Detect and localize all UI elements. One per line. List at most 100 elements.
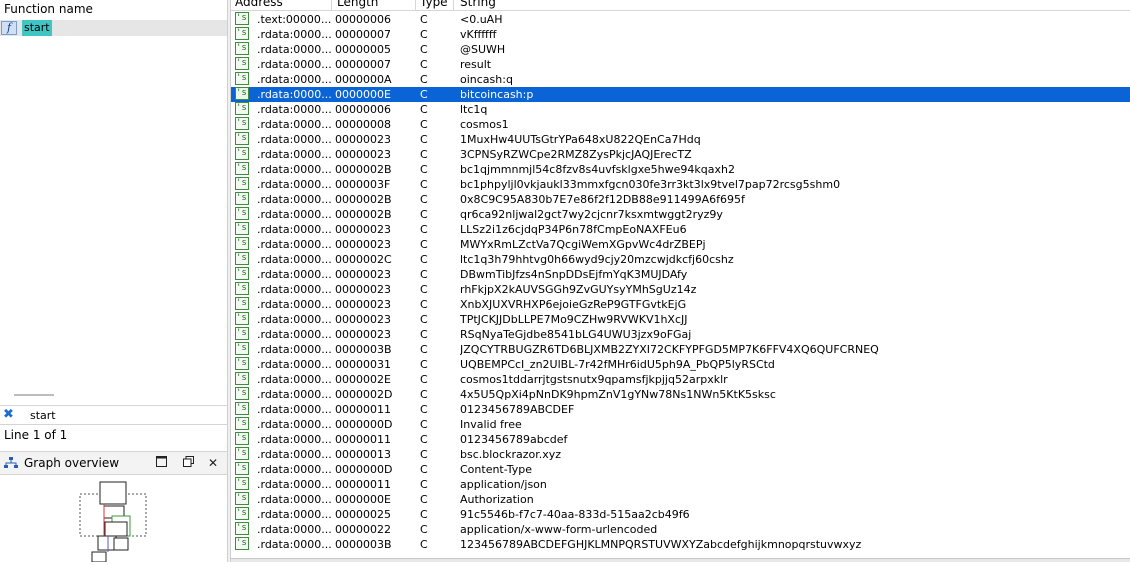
length-cell: 0000002C: [335, 253, 392, 266]
string-cell: Invalid free: [460, 418, 522, 431]
table-row[interactable]: 's' .rdata:0000... 00000023 CrhFkjpX2kAUVSG…: [231, 282, 1130, 297]
type-cell: C: [420, 73, 428, 86]
table-row[interactable]: 's' .rdata:0000... 0000000D C Invalid free: [231, 417, 1130, 432]
address-cell: .rdata:0000...: [257, 478, 331, 491]
length-cell: 00000006: [335, 103, 391, 116]
type-cell: C: [420, 13, 428, 26]
column-header-length[interactable]: Length: [337, 0, 378, 9]
string-cell: bc1qjmmnmjl54c8fzv8s4uvfsklgxe5hwe94kqax…: [460, 163, 735, 176]
address-cell: .rdata:0000...: [257, 178, 331, 191]
horizontal-scrollbar[interactable]: [231, 558, 1130, 562]
table-row[interactable]: 's' .rdata:0000... 00000011 Capplication/js…: [231, 477, 1130, 492]
string-cell: TPtJCKJJDbLLPE7Mo9CZHw9RVWKV1hXcJJ: [460, 313, 688, 326]
table-row[interactable]: 's' .rdata:0000... 00000011 C 0123456789ABCD…: [231, 402, 1130, 417]
splitter-grip[interactable]: [14, 394, 54, 396]
string-cell: bsc.blockrazor.xyz: [460, 448, 562, 461]
table-row[interactable]: 's' .rdata:0000... 00000025 C 91c5546b-f7c7-…: [231, 507, 1130, 522]
filter-input[interactable]: [24, 407, 236, 423]
type-cell: C: [420, 508, 428, 521]
column-header-type[interactable]: Type: [420, 0, 448, 9]
table-row[interactable]: 's' .rdata:0000... 00000023 C LLSz2i1z6cjdqP…: [231, 222, 1130, 237]
column-header-address[interactable]: Address: [235, 0, 283, 9]
table-row[interactable]: 's' .rdata:0000... 00000006 Cltc1q: [231, 102, 1130, 117]
string-cell: LLSz2i1z6cjdqP34P6n78fCmpEoNAXFEu6: [460, 223, 687, 236]
type-cell: C: [420, 133, 428, 146]
string-icon: 's': [235, 87, 249, 100]
table-row[interactable]: 's' .rdata:0000... 0000003B C JZQCYTRBUGZR6T…: [231, 342, 1130, 357]
string-icon: 's': [235, 537, 249, 550]
table-row[interactable]: 's' .rdata:0000... 0000003B C 123456789ABCDE…: [231, 537, 1130, 552]
table-row[interactable]: 's' .rdata:0000... 0000002D C 4x5U5QpXi4pNnD…: [231, 387, 1130, 402]
string-icon: 's': [235, 12, 249, 25]
string-icon: 's': [235, 297, 249, 310]
address-cell: .rdata:0000...: [257, 58, 331, 71]
length-cell: 00000005: [335, 43, 391, 56]
table-row[interactable]: 's' .rdata:0000... 00000007 Cresult: [231, 57, 1130, 72]
column-divider[interactable]: [331, 0, 332, 10]
table-row[interactable]: 's' .rdata:0000... 0000000E C Authorization: [231, 492, 1130, 507]
table-row[interactable]: 's' .rdata:0000... 00000022 Capplication/x-…: [231, 522, 1130, 537]
table-row[interactable]: 's' .text:00000... 00000006 C <0.uAH: [231, 12, 1130, 27]
table-row[interactable]: 's' .rdata:0000... 00000023 C XnbXJUXVRHXP6e…: [231, 297, 1130, 312]
table-row[interactable]: 's' .rdata:0000... 0000003F Cbc1phpyljl0vkj…: [231, 177, 1130, 192]
column-divider[interactable]: [415, 0, 416, 10]
function-name[interactable]: start: [22, 20, 52, 36]
restore-icon[interactable]: [180, 455, 196, 471]
maximize-icon[interactable]: [153, 455, 169, 471]
string-cell: @SUWH: [460, 43, 506, 56]
close-icon[interactable]: ✕: [205, 455, 221, 471]
table-row[interactable]: 's' .rdata:0000... 00000023 C TPtJCKJJDbLLPE…: [231, 312, 1130, 327]
string-icon: 's': [235, 222, 249, 235]
string-icon: 's': [235, 387, 249, 400]
table-row[interactable]: 's' .rdata:0000... 0000002B Cbc1qjmmnmjl54c…: [231, 162, 1130, 177]
table-row[interactable]: 's' .rdata:0000... 0000000E Cbitcoincash:p: [231, 87, 1130, 102]
string-cell: 1MuxHw4UUTsGtrYPa648xU822QEnCa7Hdq: [460, 133, 701, 146]
column-header-string[interactable]: String: [460, 0, 496, 9]
table-row[interactable]: 's' .rdata:0000... 0000000D C Content-Type: [231, 462, 1130, 477]
address-cell: .rdata:0000...: [257, 433, 331, 446]
table-row[interactable]: 's' .rdata:0000... 00000005 C @SUWH: [231, 42, 1130, 57]
length-cell: 0000000E: [335, 88, 391, 101]
table-row[interactable]: 's' .rdata:0000... 0000002C Cltc1q3h79hhtvg…: [231, 252, 1130, 267]
string-cell: 0x8C9C95A830b7E7e86f2f12DB88e911499A6f69…: [460, 193, 745, 206]
type-cell: C: [420, 463, 428, 476]
table-row[interactable]: 's' .rdata:0000... 00000007 CvKffffff: [231, 27, 1130, 42]
type-cell: C: [420, 88, 428, 101]
type-cell: C: [420, 193, 428, 206]
string-cell: rhFkjpX2kAUVSGGh9ZvGUYsyYMhSgUz14z: [460, 283, 697, 296]
length-cell: 00000007: [335, 28, 391, 41]
address-cell: .rdata:0000...: [257, 103, 331, 116]
graph-overview-header: Graph overview ✕: [0, 451, 227, 475]
table-row[interactable]: 's' .rdata:0000... 00000023 C DBwmTibJfzs4nS…: [231, 267, 1130, 282]
length-cell: 00000023: [335, 148, 391, 161]
length-cell: 00000025: [335, 508, 391, 521]
table-row[interactable]: 's' .rdata:0000... 0000002B Cqr6ca92nljwal2…: [231, 207, 1130, 222]
table-row[interactable]: 's' .rdata:0000... 00000023 C 3CPNSyRZWCpe2R…: [231, 147, 1130, 162]
type-cell: C: [420, 118, 428, 131]
string-cell: JZQCYTRBUGZR6TD6BLJXMB2ZYXI72CKFYPFGD5MP…: [460, 343, 879, 356]
table-row[interactable]: 's' .rdata:0000... 0000002B C 0x8C9C95A830b7…: [231, 192, 1130, 207]
table-row[interactable]: 's' .rdata:0000... 00000023 C RSqNyaTeGjdbe8…: [231, 327, 1130, 342]
address-cell: .rdata:0000...: [257, 418, 331, 431]
string-cell: bitcoincash:p: [460, 88, 534, 101]
table-row[interactable]: 's' .rdata:0000... 0000002E Ccosmos1tddarrj…: [231, 372, 1130, 387]
function-name-column-header[interactable]: Function name: [0, 0, 227, 19]
string-icon: 's': [235, 237, 249, 250]
function-row-start[interactable]: f start: [0, 20, 227, 36]
table-row[interactable]: 's' .rdata:0000... 00000008 Ccosmos1: [231, 117, 1130, 132]
table-row[interactable]: 's' .rdata:0000... 0000000A Coincash:q: [231, 72, 1130, 87]
graph-overview-canvas[interactable]: [0, 476, 227, 563]
type-cell: C: [420, 343, 428, 356]
type-cell: C: [420, 373, 428, 386]
close-icon[interactable]: ✖: [3, 407, 14, 422]
table-row[interactable]: 's' .rdata:0000... 00000031 C UQBEMPCcI_zn2U…: [231, 357, 1130, 372]
table-row[interactable]: 's' .rdata:0000... 00000023 C MWYxRmLZctVa7Q…: [231, 237, 1130, 252]
table-row[interactable]: 's' .rdata:0000... 00000013 Cbsc.blockrazor…: [231, 447, 1130, 462]
address-cell: .rdata:0000...: [257, 28, 331, 41]
table-row[interactable]: 's' .rdata:0000... 00000011 C 0123456789abcd…: [231, 432, 1130, 447]
table-row[interactable]: 's' .rdata:0000... 00000023 C 1MuxHw4UUTsGtr…: [231, 132, 1130, 147]
address-cell: .rdata:0000...: [257, 523, 331, 536]
column-divider[interactable]: [453, 0, 454, 10]
type-cell: C: [420, 253, 428, 266]
string-icon: 's': [235, 342, 249, 355]
